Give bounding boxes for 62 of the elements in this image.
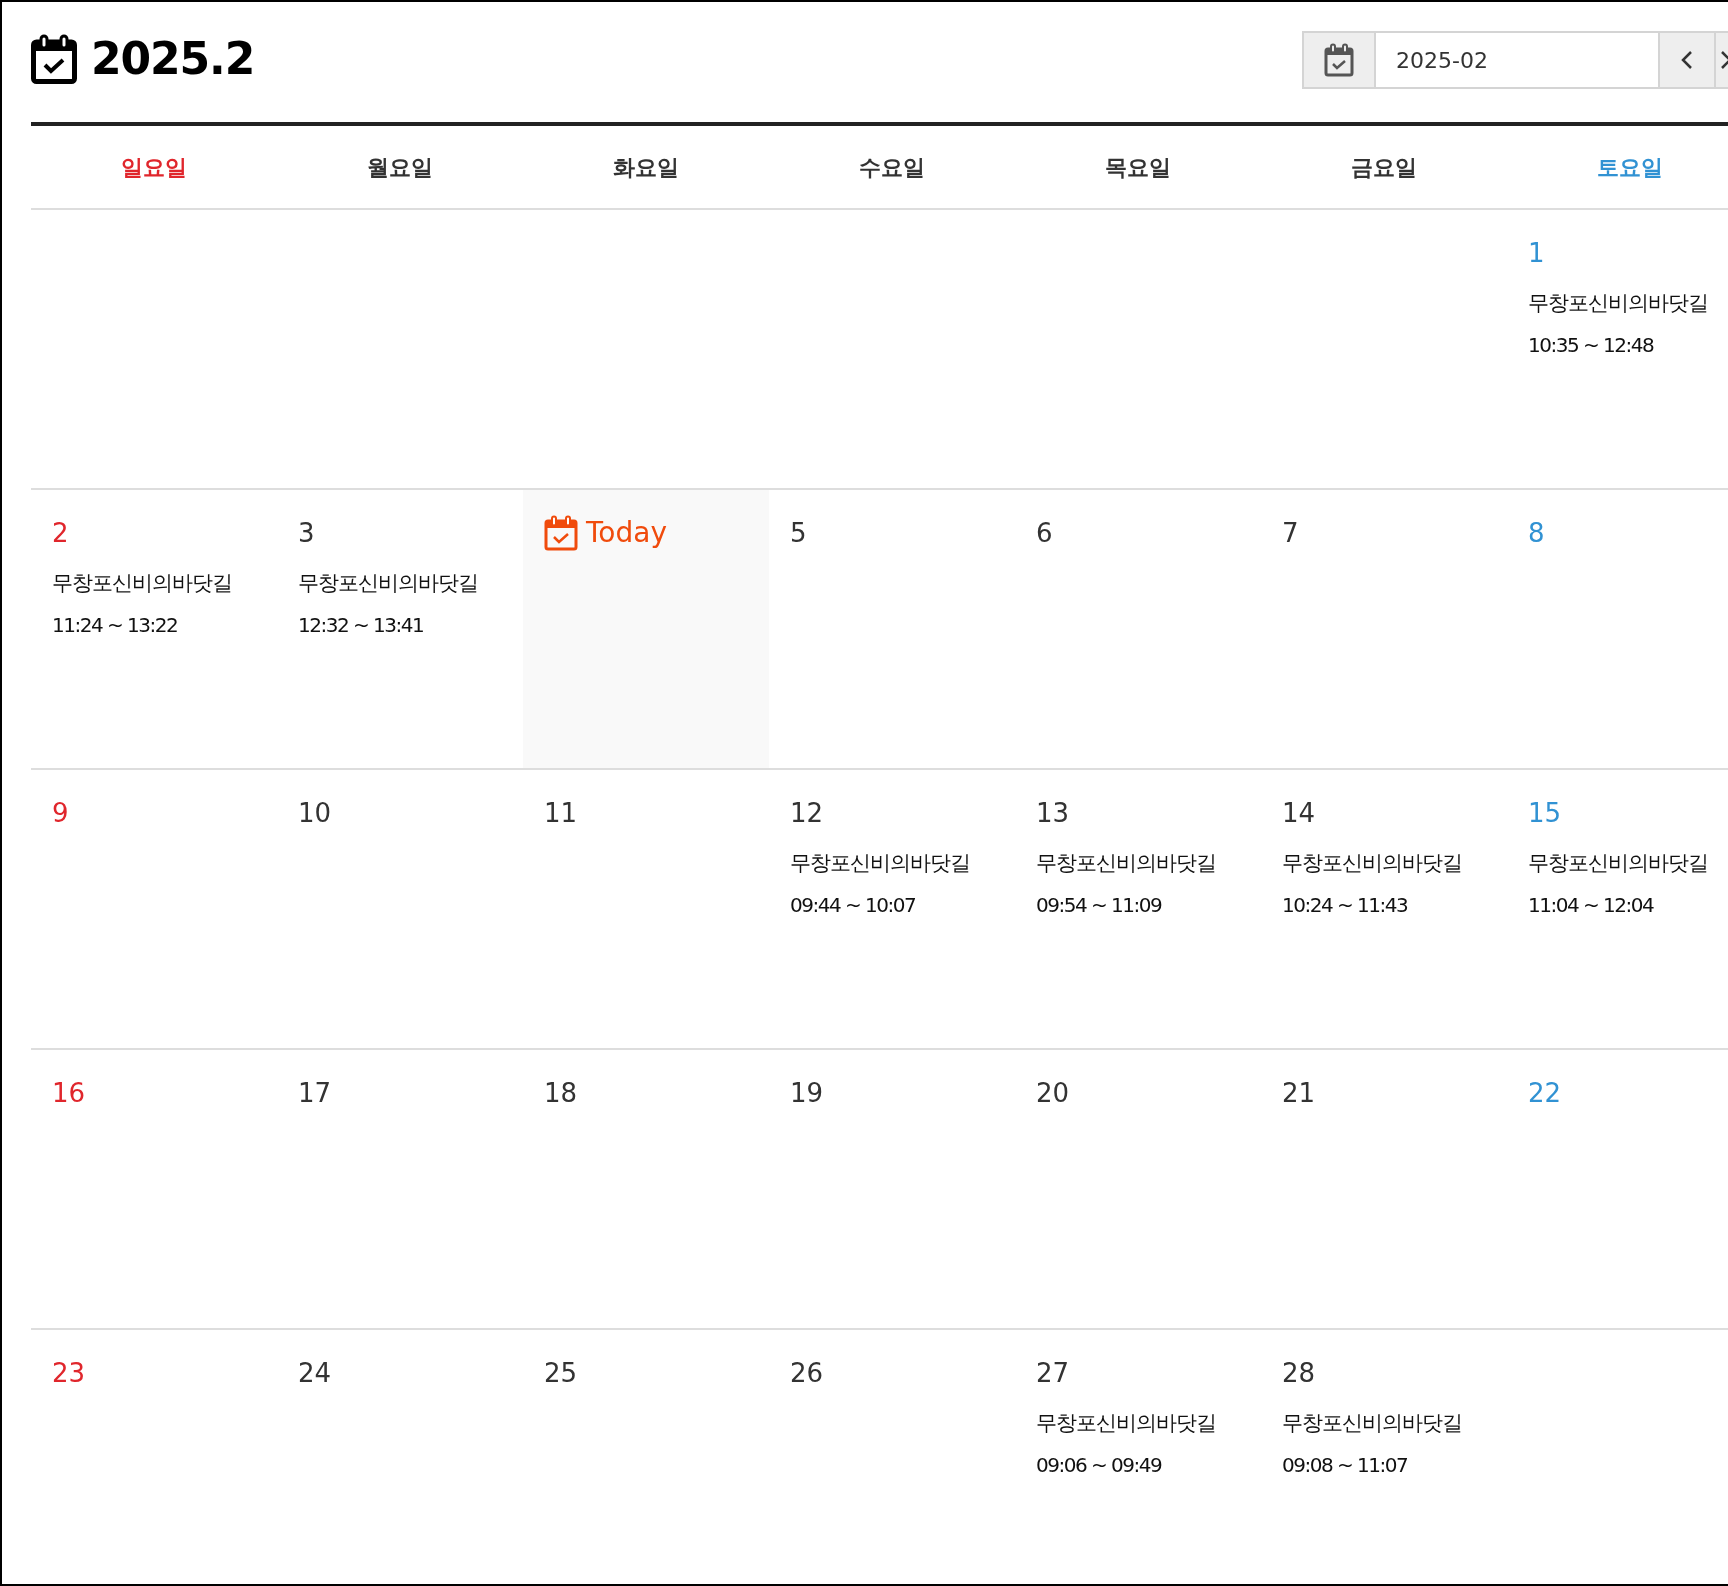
today-label: Today <box>586 515 667 551</box>
event-time: 10:24 ~ 11:43 <box>1282 891 1408 919</box>
calendar-check-icon <box>544 515 578 551</box>
day-number: 7 <box>1282 518 1299 548</box>
day-number: 13 <box>1036 798 1070 828</box>
event-title[interactable]: 무창포신비의바닷길 <box>1528 848 1708 880</box>
day-number: 21 <box>1282 1078 1316 1108</box>
day-number: 10 <box>298 798 332 828</box>
day-number: 15 <box>1528 798 1562 828</box>
event-title[interactable]: 무창포신비의바닷길 <box>1036 848 1216 880</box>
day-number: 12 <box>790 798 824 828</box>
day-number: 2 <box>52 518 69 548</box>
day-number: 9 <box>52 798 69 828</box>
day-number: 8 <box>1528 518 1545 548</box>
day-number: 19 <box>790 1078 824 1108</box>
weekday-label: 토요일 <box>1597 153 1663 182</box>
event-time: 09:06 ~ 09:49 <box>1036 1451 1162 1479</box>
event-title[interactable]: 무창포신비의바닷길 <box>1036 1408 1216 1440</box>
calendar-button[interactable] <box>1304 33 1376 87</box>
weekday-label: 금요일 <box>1351 153 1417 182</box>
event-title[interactable]: 무창포신비의바닷길 <box>790 848 970 880</box>
day-number: 1 <box>1528 238 1545 268</box>
weekday-label: 월요일 <box>367 153 433 182</box>
weekday-label: 목요일 <box>1105 153 1171 182</box>
day-number: 27 <box>1036 1358 1070 1388</box>
day-number: 16 <box>52 1078 86 1108</box>
event-time: 11:24 ~ 13:22 <box>52 611 178 639</box>
day-number: 24 <box>298 1358 332 1388</box>
day-number: 23 <box>52 1358 86 1388</box>
event-title[interactable]: 무창포신비의바닷길 <box>1282 848 1462 880</box>
day-number: 20 <box>1036 1078 1070 1108</box>
day-number: 22 <box>1528 1078 1562 1108</box>
event-title[interactable]: 무창포신비의바닷길 <box>298 568 478 600</box>
chevron-left-icon <box>1681 50 1693 70</box>
weekday-label: 화요일 <box>613 153 679 182</box>
month-picker[interactable]: 2025-02 <box>1302 31 1728 89</box>
day-number: 14 <box>1282 798 1316 828</box>
next-month-button[interactable] <box>1714 33 1728 87</box>
event-time: 12:32 ~ 13:41 <box>298 611 424 639</box>
day-number: 5 <box>790 518 807 548</box>
calendar-check-icon <box>1324 43 1354 77</box>
day-number: 28 <box>1282 1358 1316 1388</box>
event-time: 09:44 ~ 10:07 <box>790 891 916 919</box>
weekday-label: 수요일 <box>859 153 925 182</box>
month-title: 2025.2 <box>91 32 255 86</box>
calendar-check-icon <box>31 34 77 84</box>
day-number: 26 <box>790 1358 824 1388</box>
event-title[interactable]: 무창포신비의바닷길 <box>52 568 232 600</box>
day-number: 18 <box>544 1078 578 1108</box>
chevron-right-icon <box>1720 50 1728 70</box>
event-time: 09:54 ~ 11:09 <box>1036 891 1162 919</box>
weekday-label: 일요일 <box>121 153 187 182</box>
event-time: 10:35 ~ 12:48 <box>1528 331 1654 359</box>
event-title[interactable]: 무창포신비의바닷길 <box>1282 1408 1462 1440</box>
event-time: 11:04 ~ 12:04 <box>1528 891 1654 919</box>
day-number: 17 <box>298 1078 332 1108</box>
day-number: 3 <box>298 518 315 548</box>
day-number: 25 <box>544 1358 578 1388</box>
event-title[interactable]: 무창포신비의바닷길 <box>1528 288 1708 320</box>
day-number: 6 <box>1036 518 1053 548</box>
event-time: 09:08 ~ 11:07 <box>1282 1451 1408 1479</box>
day-number: 11 <box>544 798 578 828</box>
